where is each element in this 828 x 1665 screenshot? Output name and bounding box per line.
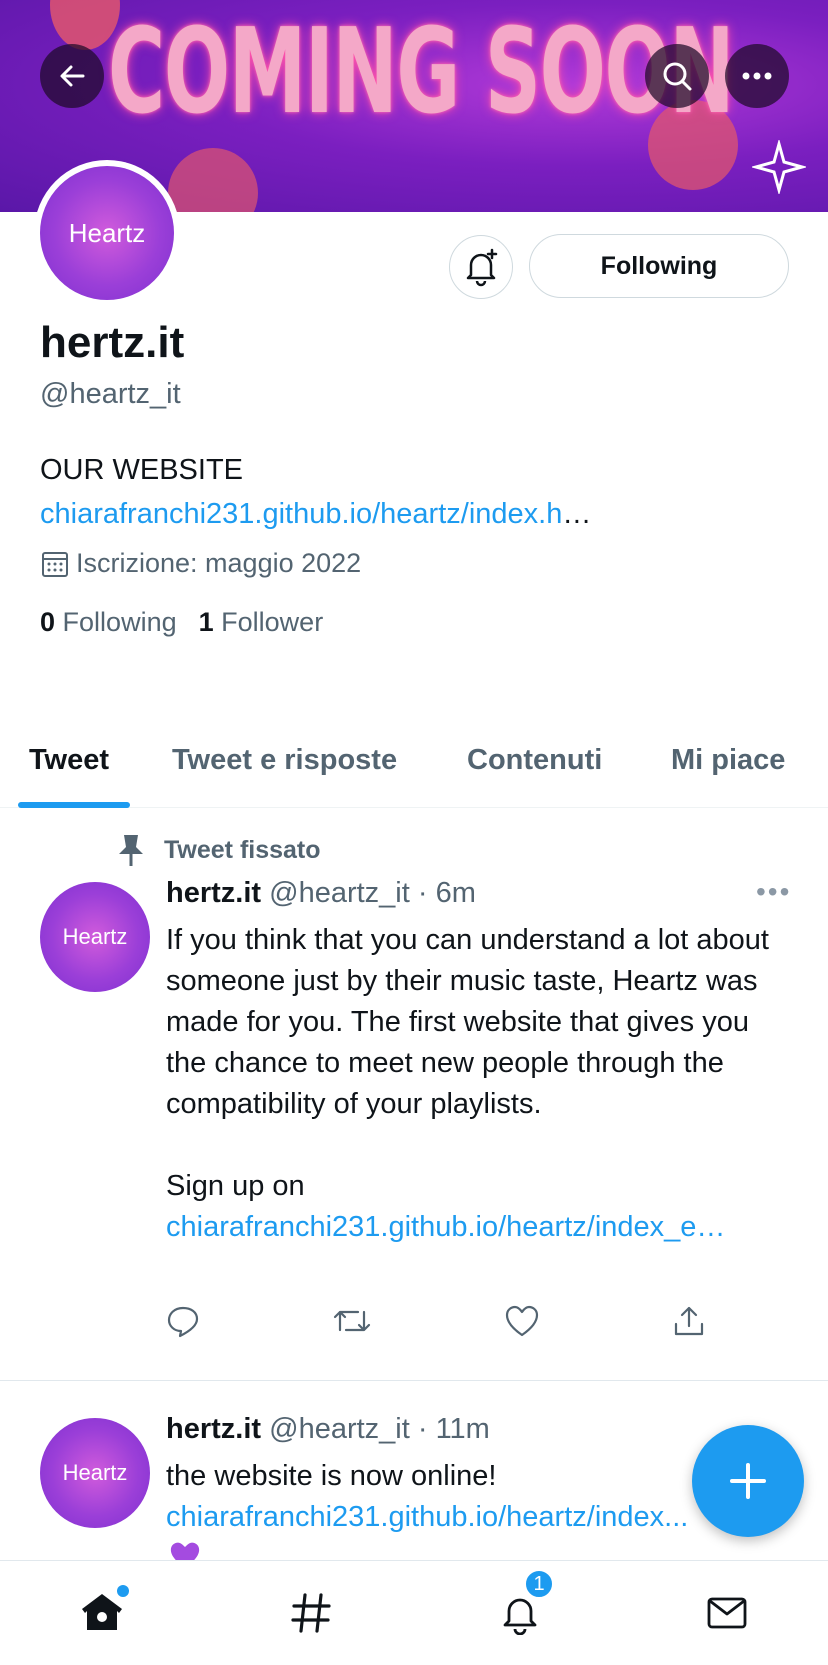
tweet-timestamp: · 6m (417, 877, 476, 909)
profile-tabs: Tweet Tweet e risposte Contenuti Mi piac… (0, 720, 828, 808)
pinned-label: Tweet fissato (116, 833, 321, 867)
tweet-author-handle: @heartz_it (269, 877, 410, 909)
tweet-actions (166, 1304, 706, 1338)
nav-messages[interactable] (697, 1583, 757, 1643)
active-tab-indicator (18, 802, 130, 808)
bio-ellipsis: … (562, 498, 592, 530)
tweet-header: hertz.it @heartz_it · 6m (166, 877, 476, 910)
following-button[interactable]: Following (529, 234, 789, 298)
reply-icon[interactable] (166, 1304, 200, 1338)
following-stat[interactable]: 0 Following (40, 607, 177, 638)
banner-heart-decoration (168, 148, 258, 212)
notifications-toggle-button[interactable] (449, 235, 513, 299)
more-options-button[interactable] (725, 44, 789, 108)
tweet-header: hertz.it @heartz_it · 11m (166, 1413, 490, 1446)
tweet-text: If you think that you can understand a l… (166, 924, 769, 1243)
hashtag-icon (291, 1593, 331, 1633)
tweet-avatar[interactable]: Heartz (40, 1418, 150, 1528)
nav-home[interactable] (72, 1583, 132, 1643)
share-icon[interactable] (672, 1304, 706, 1338)
home-unread-dot (117, 1585, 129, 1597)
tweet-timestamp: · 11m (417, 1413, 490, 1445)
notifications-badge: 1 (524, 1569, 554, 1599)
joined-date: Iscrizione: maggio 2022 (40, 548, 361, 579)
calendar-icon (42, 551, 68, 577)
tweet-link[interactable]: chiarafranchi231.github.io/heartz/index.… (166, 1497, 786, 1538)
profile-display-name: hertz.it (40, 318, 185, 367)
profile-handle: @heartz_it (40, 378, 181, 410)
tweet-author-name[interactable]: hertz.it (166, 1413, 261, 1445)
profile-bio: OUR WEBSITE chiarafranchi231.github.io/h… (40, 448, 780, 536)
retweet-icon[interactable] (332, 1304, 372, 1338)
tweet-link[interactable]: chiarafranchi231.github.io/heartz/index_… (166, 1211, 725, 1243)
bottom-navigation: 1 (0, 1560, 828, 1665)
home-icon (82, 1594, 122, 1630)
more-horizontal-icon (742, 72, 772, 80)
profile-avatar[interactable]: Heartz (34, 160, 180, 306)
tweet-avatar[interactable]: Heartz (40, 882, 150, 992)
tweet-author-handle: @heartz_it (269, 1413, 410, 1445)
tweet-more-button[interactable]: ••• (756, 876, 791, 908)
tweet-divider (0, 1380, 828, 1381)
back-button[interactable] (40, 44, 104, 108)
tweet-author-name[interactable]: hertz.it (166, 877, 261, 909)
like-icon[interactable] (504, 1304, 540, 1338)
follow-stats: 0 Following 1 Follower (40, 607, 323, 638)
arrow-left-icon (60, 65, 85, 87)
banner-text: COMING SOON (108, 2, 735, 140)
plus-icon (730, 1463, 766, 1499)
tab-mi-piace[interactable]: Mi piace (671, 744, 785, 777)
sparkle-icon (752, 140, 806, 194)
bell-plus-icon (466, 248, 498, 287)
mail-icon (707, 1597, 747, 1629)
tab-contenuti[interactable]: Contenuti (467, 744, 602, 777)
compose-tweet-button[interactable] (692, 1425, 804, 1537)
tab-tweet-e-risposte[interactable]: Tweet e risposte (172, 744, 397, 777)
joined-label: Iscrizione: maggio 2022 (76, 548, 362, 578)
tab-tweet[interactable]: Tweet (29, 744, 109, 777)
nav-notifications[interactable]: 1 (490, 1569, 554, 1643)
followers-stat[interactable]: 1 Follower (199, 607, 324, 638)
bio-link[interactable]: chiarafranchi231.github.io/heartz/index.… (40, 498, 562, 530)
search-button[interactable] (645, 44, 709, 108)
avatar-logo: Heartz (40, 166, 174, 300)
pin-icon (119, 835, 143, 866)
search-icon (663, 62, 692, 91)
nav-explore[interactable] (281, 1583, 341, 1643)
bio-text: OUR WEBSITE (40, 454, 244, 486)
